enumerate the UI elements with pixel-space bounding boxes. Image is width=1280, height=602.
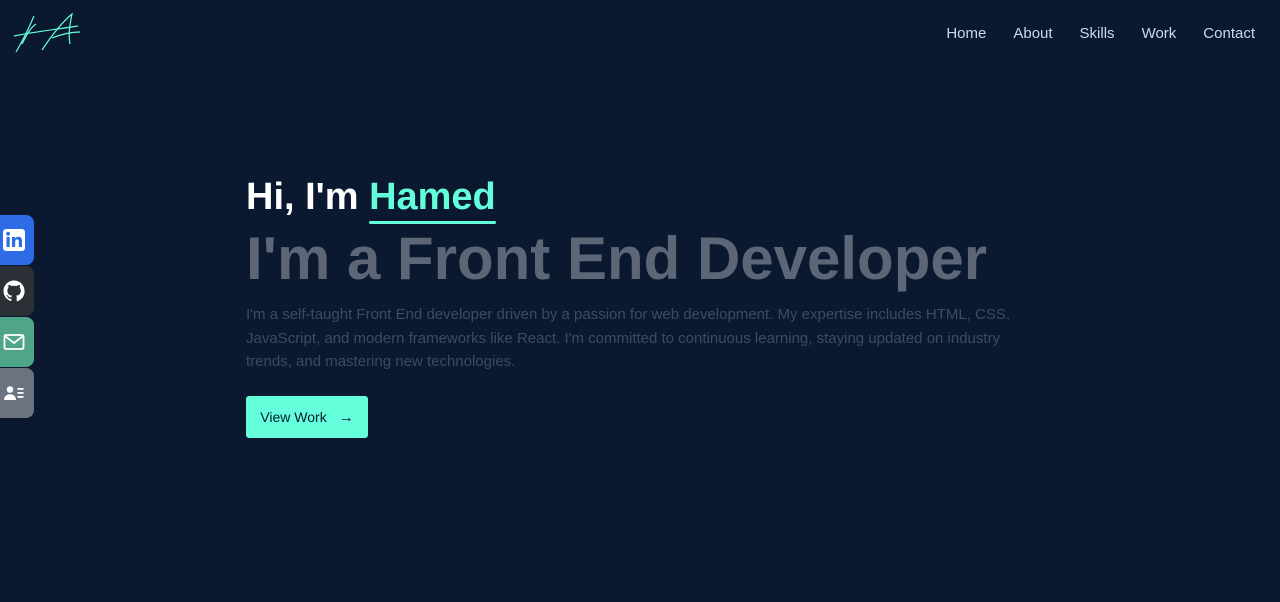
nav-contact[interactable]: Contact xyxy=(1203,24,1255,44)
view-work-button[interactable]: View Work → xyxy=(246,396,368,438)
hero-name: Hamed xyxy=(369,176,496,224)
linkedin-icon xyxy=(3,229,25,251)
nav-home[interactable]: Home xyxy=(946,24,986,44)
nav-skills[interactable]: Skills xyxy=(1080,24,1115,44)
mail-icon xyxy=(3,334,25,350)
role-heading: I'm a Front End Developer xyxy=(246,225,988,292)
view-work-label: View Work xyxy=(260,409,327,425)
nav-about[interactable]: About xyxy=(1013,24,1052,44)
greeting-heading: Hi, I'm Hamed xyxy=(246,176,1026,224)
arrow-right-icon: → xyxy=(338,408,354,426)
mail-button[interactable] xyxy=(0,317,34,367)
contact-card-button[interactable] xyxy=(0,368,34,418)
intro-paragraph: I'm a self-taught Front End developer dr… xyxy=(246,306,1011,370)
contact-card-icon xyxy=(4,386,24,400)
nav-work[interactable]: Work xyxy=(1142,24,1177,44)
social-sidebar xyxy=(0,215,34,419)
linkedin-button[interactable] xyxy=(0,215,34,265)
greeting-text: Hi, I'm xyxy=(246,176,359,218)
logo[interactable] xyxy=(12,10,84,56)
page: Home About Skills Work Contact Hi, I'm H… xyxy=(0,0,1280,602)
main-nav: Home About Skills Work Contact xyxy=(919,24,1255,44)
github-icon xyxy=(3,280,25,302)
hero-section: Hi, I'm Hamed I'm a Front End Developer … xyxy=(246,176,1026,374)
github-button[interactable] xyxy=(0,266,34,316)
signature-logo-icon xyxy=(13,12,81,53)
